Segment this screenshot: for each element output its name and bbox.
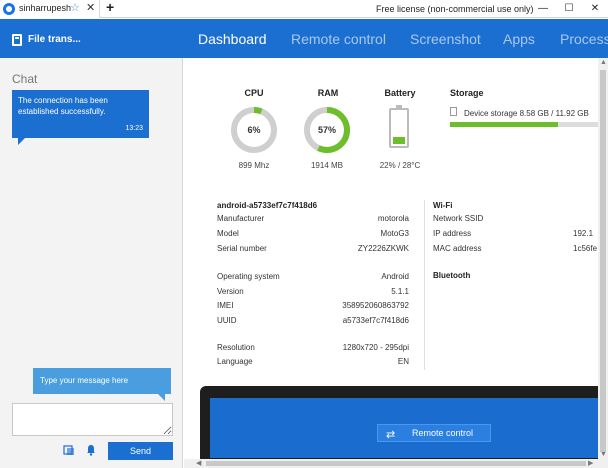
app-title[interactable]: File trans... <box>28 34 81 45</box>
tab-apps[interactable]: Apps <box>503 31 535 47</box>
device-info-value: ZY2226ZKWK <box>357 244 409 253</box>
column-divider <box>424 200 425 370</box>
top-navbar: File trans... Dashboard Remote control S… <box>0 19 608 58</box>
storage-bar-fill <box>450 122 558 127</box>
device-info-value: a5733ef7c7f418d6 <box>342 316 409 325</box>
device-info-label: IMEI <box>217 301 234 310</box>
tab-dashboard[interactable]: Dashboard <box>198 31 267 47</box>
device-info-value: 358952060863792 <box>342 301 409 310</box>
battery-label: Battery <box>384 88 416 98</box>
device-info-label: Model <box>217 229 239 238</box>
wifi-info-value: 192.1 <box>573 229 594 238</box>
swap-arrows-icon: ⇄ <box>386 429 396 441</box>
wifi-info-label: IP address <box>433 229 472 238</box>
cpu-value: 6% <box>247 125 260 135</box>
device-name: android-a5733ef7c7f418d6 <box>217 201 318 210</box>
battery-icon <box>389 105 409 148</box>
device-info-label: Language <box>217 357 253 366</box>
wifi-info-label: MAC address <box>433 244 482 253</box>
chat-title: Chat <box>12 72 38 86</box>
window-close-icon[interactable]: ✕ <box>584 0 606 18</box>
new-tab-icon[interactable]: + <box>106 0 114 15</box>
device-info-label: Version <box>217 287 244 296</box>
horizontal-scrollbar[interactable]: ◀ ▶ <box>184 459 608 468</box>
bluetooth-title: Bluetooth <box>433 271 471 280</box>
close-tab-icon[interactable]: ✕ <box>86 1 95 14</box>
remote-control-label: Remote control <box>412 428 474 438</box>
browser-tab[interactable]: sinharrupesh ☆ ✕ <box>0 0 100 18</box>
horizontal-scroll-thumb[interactable] <box>206 461 586 466</box>
file-transfer-icon <box>12 34 22 46</box>
message-input[interactable] <box>12 403 173 436</box>
wifi-info-label: Network SSID <box>433 214 484 223</box>
storage-icon <box>450 107 457 116</box>
wifi-title: Wi-Fi <box>433 201 453 210</box>
device-info-label: Manufacturer <box>217 214 265 223</box>
vertical-scrollbar[interactable]: ▲ ▼ <box>598 58 608 460</box>
ram-gauge: 57% <box>304 107 350 153</box>
browser-titlebar: sinharrupesh ☆ ✕ + Free license (non-com… <box>0 0 608 18</box>
chat-message-time: 13:23 <box>125 125 143 132</box>
tab-process[interactable]: Process <box>560 31 608 47</box>
message-hint: Type your message here <box>33 368 171 401</box>
tab-screenshot[interactable]: Screenshot <box>410 31 481 47</box>
scroll-left-icon[interactable]: ◀ <box>196 459 201 467</box>
storage-label: Storage <box>450 88 484 98</box>
cpu-frequency: 899 Mhz <box>238 161 270 170</box>
device-info-value: motorola <box>377 214 409 223</box>
battery-level <box>393 136 405 144</box>
battery-status: 22% / 28°C <box>379 161 421 170</box>
wifi-info-value: 1c56fe <box>573 244 598 253</box>
cpu-label: CPU <box>244 88 264 98</box>
device-info-label: Resolution <box>217 343 255 352</box>
attach-image-icon[interactable] <box>63 444 75 456</box>
remote-control-button[interactable]: ⇄ Remote control <box>377 424 491 442</box>
device-info-value: 1280x720 - 295dpi <box>342 343 409 352</box>
device-info-label: Serial number <box>217 244 267 253</box>
license-text: Free license (non-commercial use only) <box>376 4 534 14</box>
chat-message-text: The connection has been established succ… <box>18 96 108 116</box>
ram-value: 57% <box>318 125 336 135</box>
app-favicon-icon <box>3 3 15 15</box>
tab-label: sinharrupesh <box>19 3 72 13</box>
storage-usage-text: Device storage 8.58 GB / 11.92 GB <box>464 109 589 118</box>
scroll-down-icon[interactable]: ▼ <box>600 451 607 458</box>
bell-icon[interactable] <box>85 444 97 456</box>
minimize-icon[interactable]: — <box>532 0 554 18</box>
device-info-value: EN <box>397 357 409 366</box>
send-button[interactable]: Send <box>108 442 173 460</box>
star-icon[interactable]: ☆ <box>70 1 80 14</box>
storage-bar <box>450 122 600 127</box>
tab-remote-control[interactable]: Remote control <box>291 31 386 47</box>
chat-message-bubble: The connection has been established succ… <box>12 90 149 145</box>
device-info-value: MotoG3 <box>380 229 409 238</box>
device-info-value: Android <box>381 272 409 281</box>
scroll-right-icon[interactable]: ▶ <box>588 459 593 467</box>
device-info-label: UUID <box>217 316 237 325</box>
maximize-icon[interactable]: ☐ <box>558 0 580 18</box>
device-info-label: Operating system <box>217 272 280 281</box>
device-info-value: 5.1.1 <box>391 287 409 296</box>
chat-panel: Chat The connection has been established… <box>0 58 183 468</box>
ram-label: RAM <box>317 88 339 98</box>
cpu-gauge: 6% <box>231 107 277 153</box>
vertical-scroll-thumb[interactable] <box>600 70 606 452</box>
ram-amount: 1914 MB <box>310 161 344 170</box>
scroll-up-icon[interactable]: ▲ <box>600 59 607 66</box>
